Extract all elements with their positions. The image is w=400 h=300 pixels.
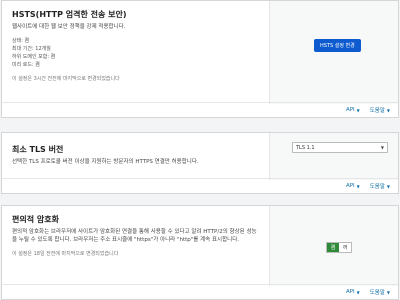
oe-api-label: API [345, 289, 355, 295]
chevron-down-icon: ▼ [380, 145, 384, 150]
tls-help-link[interactable]: 도움말 ▼ [369, 182, 390, 191]
toggle-on-option[interactable]: 켬 [327, 243, 339, 252]
oe-help-label: 도움말 [369, 290, 385, 296]
oe-help-link[interactable]: 도움말 ▼ [369, 288, 390, 297]
oe-action-panel: 켬 꺼 [270, 206, 398, 286]
tls-card-body: 최소 TLS 버전 선택한 TLS 프로토콜 버전 이상을 지원하는 방문자의 … [2, 133, 398, 180]
hsts-details: 상태: 켬 최대 기간: 12개월 하위 도메인 포함: 켬 미리 로드: 켬 [12, 37, 259, 69]
oe-api-link[interactable]: API ▼ [346, 289, 360, 295]
chevron-down-icon: ▼ [386, 289, 390, 295]
hsts-api-link[interactable]: API ▼ [346, 107, 360, 113]
opportunistic-encryption-card: 편의적 암호화 편의적 암호화는 브라우저에 사이트가 암호화된 연결을 통해 … [1, 205, 399, 300]
hsts-help-label: 도움말 [369, 108, 385, 114]
tls-action-panel: TLS 1.1 ▼ [270, 133, 398, 180]
opportunistic-encryption-toggle[interactable]: 켬 꺼 [326, 242, 352, 253]
change-hsts-settings-button[interactable]: HSTS 설정 변경 [314, 39, 361, 52]
oe-title: 편의적 암호화 [12, 215, 59, 224]
min-tls-card: 최소 TLS 버전 선택한 TLS 프로토콜 버전 이상을 지원하는 방문자의 … [1, 132, 399, 194]
tls-card-footer: API ▼ 도움말 ▼ [2, 178, 398, 193]
hsts-action-panel: HSTS 설정 변경 [270, 1, 398, 104]
oe-card-body: 편의적 암호화 편의적 암호화는 브라우저에 사이트가 암호화된 연결을 통해 … [2, 206, 398, 286]
hsts-card: HSTS(HTTP 엄격한 전송 보안) 웹사이트에 대한 웹 보안 정책을 강… [1, 0, 399, 118]
chevron-down-icon: ▼ [386, 107, 390, 113]
hsts-api-label: API [345, 107, 355, 113]
chevron-down-icon: ▼ [386, 183, 390, 189]
tls-version-value: TLS 1.1 [296, 144, 315, 151]
tls-title: 최소 TLS 버전 [12, 145, 64, 154]
hsts-title: HSTS(HTTP 엄격한 전송 보안) [12, 10, 127, 19]
tls-help-label: 도움말 [369, 184, 385, 190]
tls-description: 선택한 TLS 프로토콜 버전 이상을 지원하는 방문자의 HTTPS 연결만 … [12, 159, 199, 165]
tls-info: 최소 TLS 버전 선택한 TLS 프로토콜 버전 이상을 지원하는 방문자의 … [2, 133, 270, 180]
hsts-detail-subdomains: 하위 도메인 포함: 켬 [12, 54, 56, 60]
oe-modified-note: 이 설정은 18일 전전에 마지막으로 변경되었습니다 [12, 251, 119, 257]
oe-info: 편의적 암호화 편의적 암호화는 브라우저에 사이트가 암호화된 연결을 통해 … [2, 206, 270, 286]
tls-api-label: API [345, 183, 355, 189]
hsts-card-footer: API ▼ 도움말 ▼ [2, 102, 398, 117]
hsts-card-body: HSTS(HTTP 엄격한 전송 보안) 웹사이트에 대한 웹 보안 정책을 강… [2, 1, 398, 104]
hsts-detail-max-age: 최대 기간: 12개월 [12, 46, 51, 52]
chevron-down-icon: ▼ [356, 107, 360, 113]
oe-card-footer: API ▼ 도움말 ▼ [2, 284, 398, 299]
chevron-down-icon: ▼ [356, 183, 360, 189]
toggle-off-option[interactable]: 꺼 [339, 243, 351, 252]
chevron-down-icon: ▼ [356, 289, 360, 295]
hsts-info: HSTS(HTTP 엄격한 전송 보안) 웹사이트에 대한 웹 보안 정책을 강… [2, 1, 270, 104]
tls-api-link[interactable]: API ▼ [346, 183, 360, 189]
hsts-help-link[interactable]: 도움말 ▼ [369, 106, 390, 115]
hsts-modified-note: 이 설정은 3시간 전전에 마지막으로 변경되었습니다 [12, 76, 120, 82]
hsts-description: 웹사이트에 대한 웹 보안 정책을 강제 적용합니다. [12, 24, 126, 30]
hsts-detail-preload: 미리 로드: 켬 [12, 62, 40, 68]
hsts-detail-status: 상태: 켬 [12, 38, 30, 44]
oe-description: 편의적 암호화는 브라우저에 사이트가 암호화된 연결을 통해 사용할 수 있다… [12, 229, 257, 243]
tls-version-select[interactable]: TLS 1.1 ▼ [292, 142, 388, 153]
